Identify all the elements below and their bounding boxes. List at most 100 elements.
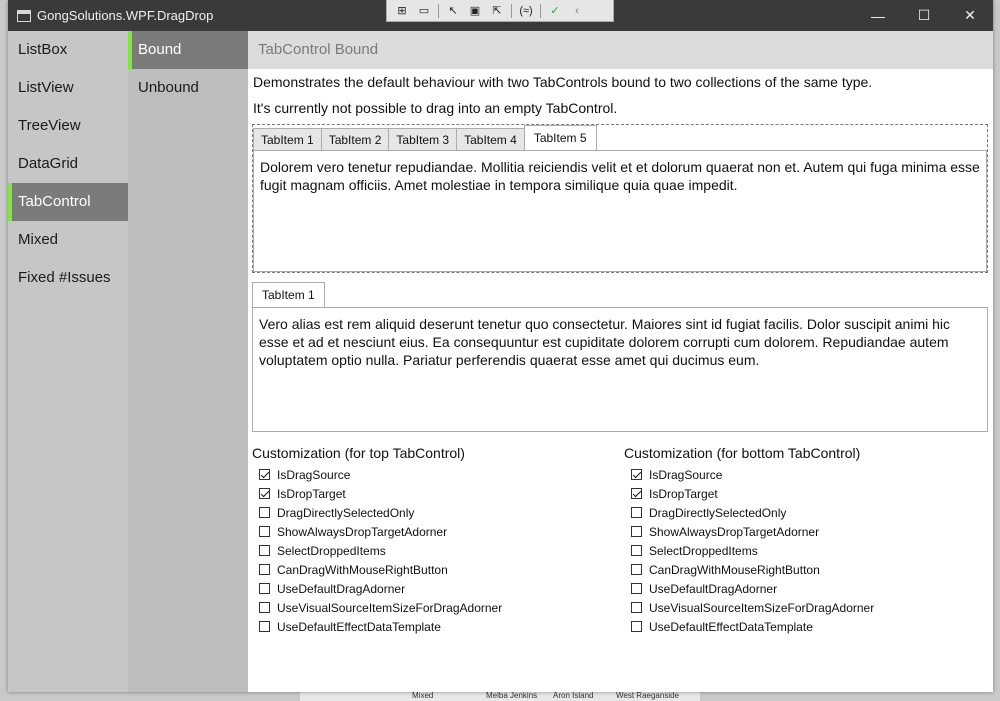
display-adorners-icon[interactable]: ▣	[464, 2, 486, 20]
bottom-customization-title: Customization (for bottom TabControl)	[624, 445, 861, 461]
bottom-customization-panel: Customization (for bottom TabControl) Is…	[624, 445, 994, 636]
collapse-toolbar-icon[interactable]: ‹	[566, 2, 588, 20]
top-option-checkbox[interactable]	[259, 545, 270, 556]
bottom-option-checkbox[interactable]	[631, 488, 642, 499]
top-option-row[interactable]: UseVisualSourceItemSizeForDragAdorner	[252, 598, 622, 617]
top-option-row[interactable]: UseDefaultEffectDataTemplate	[252, 617, 622, 636]
bottom-option-label: UseDefaultDragAdorner	[649, 581, 778, 596]
bottom-option-label: UseVisualSourceItemSizeForDragAdorner	[649, 600, 875, 615]
hot-reload-status-icon[interactable]: ✓	[544, 2, 566, 20]
bottom-option-row[interactable]: CanDragWithMouseRightButton	[624, 560, 994, 579]
description-text: Demonstrates the default behaviour with …	[253, 74, 873, 90]
bottom-option-checkbox[interactable]	[631, 507, 642, 518]
nav-item-listbox[interactable]: ListBox	[8, 31, 128, 69]
bottom-option-row[interactable]: DragDirectlySelectedOnly	[624, 503, 994, 522]
description-note: It's currently not possible to drag into…	[253, 100, 618, 116]
top-option-label: IsDropTarget	[277, 486, 346, 501]
go-to-live-visual-tree-icon[interactable]: ⊞	[391, 2, 413, 20]
background-cell: Aron Island	[553, 691, 594, 700]
top-option-label: ShowAlwaysDropTargetAdorner	[277, 524, 448, 539]
top-tabcontrol: TabItem 1 TabItem 2 TabItem 3 TabItem 4 …	[252, 124, 988, 273]
maximize-button[interactable]: ☐	[901, 0, 947, 31]
top-option-checkbox[interactable]	[259, 488, 270, 499]
bottom-option-row[interactable]: UseVisualSourceItemSizeForDragAdorner	[624, 598, 994, 617]
bottom-option-row[interactable]: IsDropTarget	[624, 484, 994, 503]
nav-item-treeview[interactable]: TreeView	[8, 107, 128, 145]
select-element-icon[interactable]: ↖	[442, 2, 464, 20]
bottom-tabcontrol: TabItem 1 Vero alias est rem aliquid des…	[252, 282, 988, 432]
nav-item-tabcontrol[interactable]: TabControl	[8, 183, 128, 221]
top-tab[interactable]: TabItem 4	[456, 128, 525, 150]
top-customization-title: Customization (for top TabControl)	[252, 445, 465, 461]
background-cell: West Raeganside	[616, 691, 679, 700]
bottom-option-checkbox[interactable]	[631, 564, 642, 575]
top-option-row[interactable]: CanDragWithMouseRightButton	[252, 560, 622, 579]
top-option-label: CanDragWithMouseRightButton	[277, 562, 448, 577]
top-option-row[interactable]: UseDefaultDragAdorner	[252, 579, 622, 598]
bottom-option-checkbox[interactable]	[631, 469, 642, 480]
top-option-checkbox[interactable]	[259, 526, 270, 537]
top-option-row[interactable]: IsDropTarget	[252, 484, 622, 503]
top-tab[interactable]: TabItem 2	[320, 128, 390, 150]
top-option-label: SelectDroppedItems	[277, 543, 386, 558]
top-option-label: UseVisualSourceItemSizeForDragAdorner	[277, 600, 503, 615]
top-tab-content: Dolorem vero tenetur repudiandae. Mollit…	[253, 150, 987, 272]
top-tab[interactable]: TabItem 3	[388, 128, 458, 150]
top-option-row[interactable]: ShowAlwaysDropTargetAdorner	[252, 522, 622, 541]
toolbar-divider	[438, 3, 439, 18]
bottom-option-row[interactable]: UseDefaultDragAdorner	[624, 579, 994, 598]
top-option-checkbox[interactable]	[259, 621, 270, 632]
top-tab-strip: TabItem 1 TabItem 2 TabItem 3 TabItem 4 …	[253, 125, 597, 151]
window-title: GongSolutions.WPF.DragDrop	[37, 8, 214, 23]
main-content: TabControl Bound Demonstrates the defaul…	[248, 31, 993, 692]
app-window: GongSolutions.WPF.DragDrop ⊞ ▭ ↖ ▣ ⇱ (≈)…	[8, 0, 993, 692]
top-tab-selected[interactable]: TabItem 5	[523, 125, 597, 150]
top-option-row[interactable]: DragDirectlySelectedOnly	[252, 503, 622, 522]
binding-failures-icon[interactable]: (≈)	[515, 2, 537, 20]
bottom-option-label: UseDefaultEffectDataTemplate	[649, 619, 813, 634]
background-cell: Melba Jenkins	[486, 691, 538, 700]
bottom-option-checkbox[interactable]	[631, 602, 642, 613]
close-button[interactable]: ✕	[947, 0, 993, 31]
top-option-row[interactable]: IsDragSource	[252, 465, 622, 484]
bottom-tab-strip: TabItem 1	[252, 282, 325, 308]
top-option-label: UseDefaultDragAdorner	[277, 581, 406, 596]
track-focus-icon[interactable]: ⇱	[486, 2, 508, 20]
bottom-option-row[interactable]: ShowAlwaysDropTargetAdorner	[624, 522, 994, 541]
minimize-button[interactable]: —	[855, 0, 901, 31]
top-tab[interactable]: TabItem 1	[253, 128, 322, 150]
nav-item-mixed[interactable]: Mixed	[8, 221, 128, 259]
bottom-option-row[interactable]: SelectDroppedItems	[624, 541, 994, 560]
nav-item-datagrid[interactable]: DataGrid	[8, 145, 128, 183]
app-window-icon	[17, 10, 31, 22]
top-option-list: IsDragSource IsDropTarget DragDirectlySele…	[252, 465, 622, 636]
nav-item-fixed-issues[interactable]: Fixed #Issues	[8, 259, 128, 297]
top-option-checkbox[interactable]	[259, 469, 270, 480]
content-header: TabControl Bound	[248, 31, 993, 69]
top-option-checkbox[interactable]	[259, 602, 270, 613]
bottom-option-checkbox[interactable]	[631, 526, 642, 537]
debug-toolbar: ⊞ ▭ ↖ ▣ ⇱ (≈) ✓ ‹	[386, 0, 614, 22]
bottom-option-row[interactable]: UseDefaultEffectDataTemplate	[624, 617, 994, 636]
top-option-checkbox[interactable]	[259, 583, 270, 594]
show-in-app-toolbar-icon[interactable]: ▭	[413, 2, 435, 20]
nav-item-unbound[interactable]: Unbound	[128, 69, 248, 107]
toolbar-divider	[511, 3, 512, 18]
bottom-option-checkbox[interactable]	[631, 545, 642, 556]
bottom-option-row[interactable]: IsDragSource	[624, 465, 994, 484]
top-option-row[interactable]: SelectDroppedItems	[252, 541, 622, 560]
bottom-tab-selected[interactable]: TabItem 1	[252, 282, 325, 307]
page-title: TabControl Bound	[258, 41, 379, 58]
top-customization-panel: Customization (for top TabControl) IsDra…	[252, 445, 622, 636]
nav-item-listview[interactable]: ListView	[8, 69, 128, 107]
nav-item-bound[interactable]: Bound	[128, 31, 248, 69]
title-bar[interactable]: GongSolutions.WPF.DragDrop ⊞ ▭ ↖ ▣ ⇱ (≈)…	[8, 0, 993, 31]
toolbar-divider	[540, 3, 541, 18]
bottom-tab-content: Vero alias est rem aliquid deserunt tene…	[252, 307, 988, 432]
bottom-option-checkbox[interactable]	[631, 621, 642, 632]
bottom-option-list: IsDragSource IsDropTarget DragDirectlySele…	[624, 465, 994, 636]
top-option-checkbox[interactable]	[259, 507, 270, 518]
top-option-label: IsDragSource	[277, 467, 351, 482]
top-option-checkbox[interactable]	[259, 564, 270, 575]
bottom-option-checkbox[interactable]	[631, 583, 642, 594]
